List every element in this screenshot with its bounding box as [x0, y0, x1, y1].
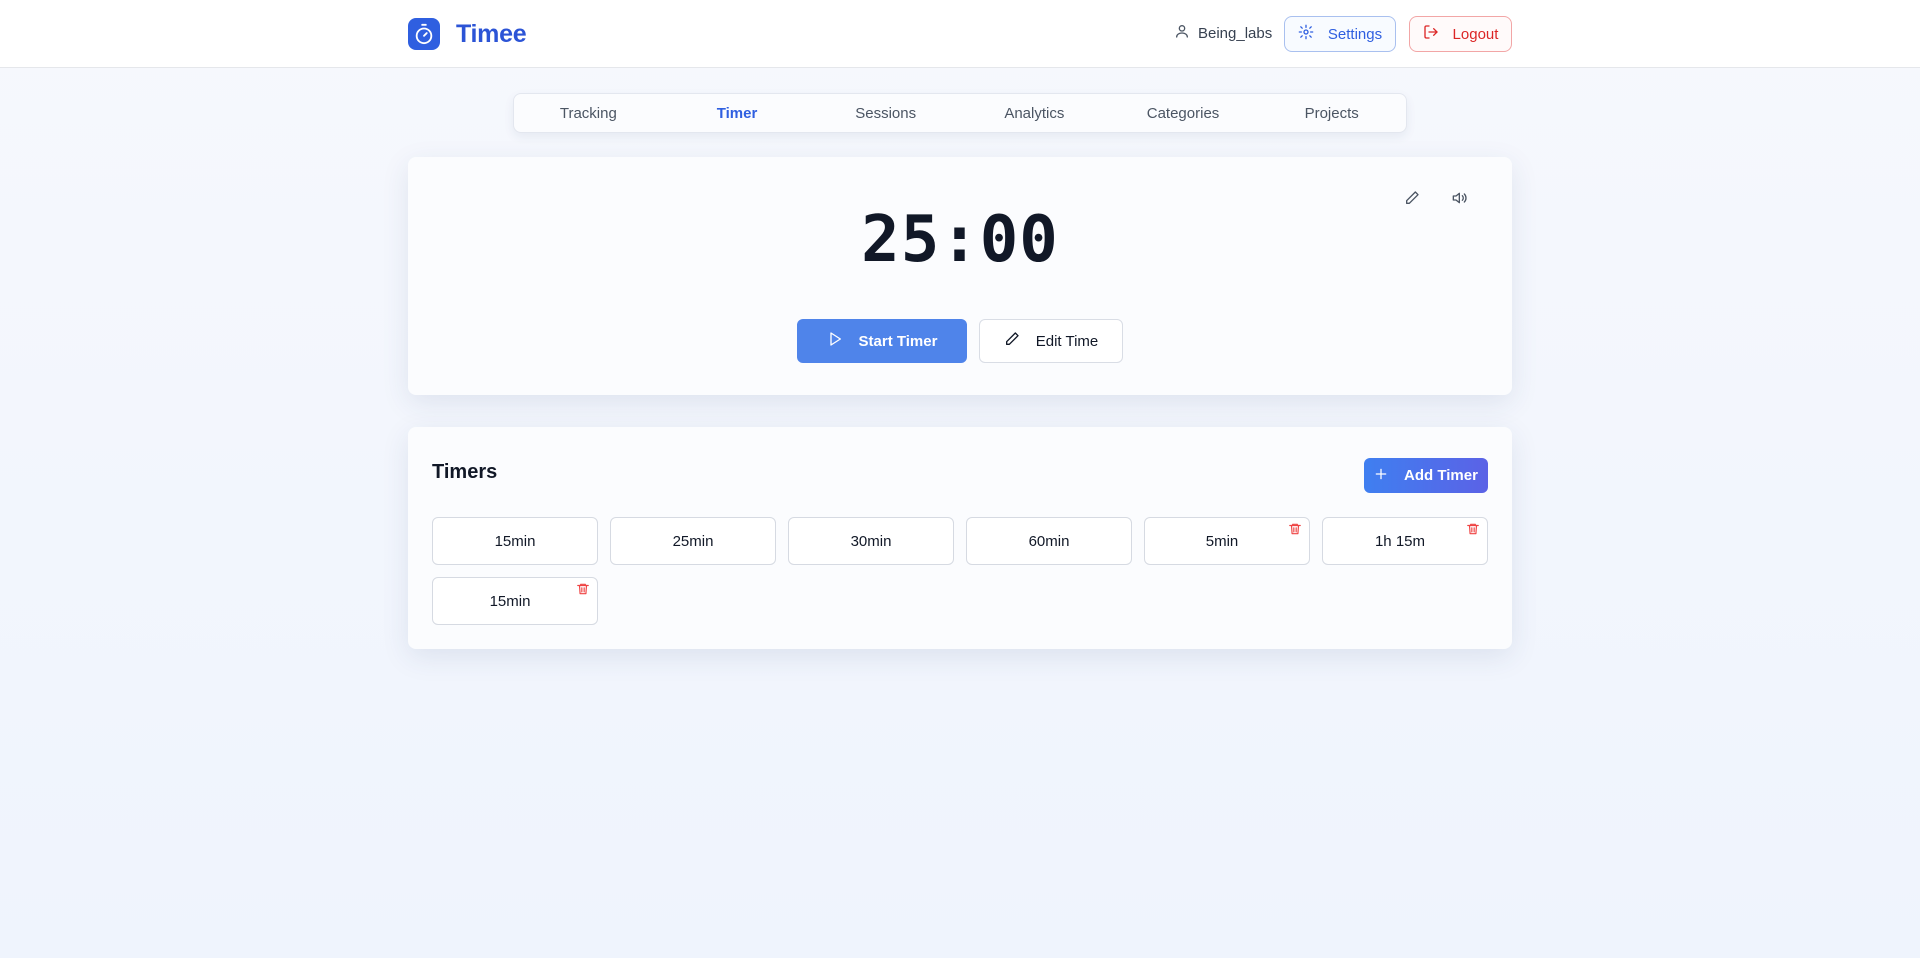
stopwatch-icon [408, 18, 440, 50]
tab-categories[interactable]: Categories [1109, 94, 1258, 132]
tab-projects[interactable]: Projects [1257, 94, 1406, 132]
timer-preset[interactable]: 30min [788, 517, 954, 565]
logout-icon [1423, 24, 1439, 44]
timer-preset-label: 5min [1205, 532, 1239, 550]
trash-icon[interactable] [1465, 521, 1481, 537]
timer-preset[interactable]: 1h 15m [1322, 517, 1488, 565]
trash-icon[interactable] [1287, 521, 1303, 537]
app-name: Timee [456, 19, 527, 48]
edit-time-label: Edit Time [1035, 332, 1099, 350]
username: Being_labs [1198, 24, 1273, 42]
start-timer-button[interactable]: Start Timer [797, 319, 967, 363]
timer-preset-label: 60min [1028, 532, 1070, 550]
top-header: Timee Being_labs Settings Logout [0, 0, 1920, 68]
main-tabs: Tracking Timer Sessions Analytics Catego… [513, 93, 1407, 133]
timer-preset-label: 15min [489, 592, 531, 610]
add-timer-label: Add Timer [1404, 467, 1478, 484]
timer-preset-label: 1h 15m [1374, 532, 1426, 550]
settings-label: Settings [1327, 25, 1383, 43]
timer-preset-label: 25min [672, 532, 714, 550]
timer-preset[interactable]: 15min [432, 517, 598, 565]
timers-title: Timers [432, 461, 498, 483]
timer-preset[interactable]: 5min [1144, 517, 1310, 565]
timer-preset-label: 30min [850, 532, 892, 550]
trash-icon[interactable] [575, 581, 591, 597]
start-timer-label: Start Timer [858, 332, 938, 350]
user-icon [1174, 23, 1190, 43]
pencil-icon [1004, 331, 1020, 351]
timer-preset[interactable]: 60min [966, 517, 1132, 565]
tab-timer[interactable]: Timer [663, 94, 812, 132]
timer-preset[interactable]: 25min [610, 517, 776, 565]
tab-sessions[interactable]: Sessions [811, 94, 960, 132]
settings-button[interactable]: Settings [1284, 16, 1396, 52]
sound-toggle-button[interactable] [1446, 186, 1474, 214]
plus-icon [1374, 467, 1388, 485]
logout-label: Logout [1452, 25, 1499, 43]
brand[interactable]: Timee [408, 18, 527, 50]
user-info: Being_labs [1174, 23, 1272, 43]
tab-analytics[interactable]: Analytics [960, 94, 1109, 132]
logout-button[interactable]: Logout [1409, 16, 1512, 52]
pencil-icon [1404, 190, 1420, 211]
timer-display: 25:00 [861, 203, 1059, 277]
tab-tracking[interactable]: Tracking [514, 94, 663, 132]
timer-preset[interactable]: 15min [432, 577, 598, 625]
edit-timer-icon-button[interactable] [1398, 186, 1426, 214]
play-icon [827, 331, 843, 351]
edit-time-button[interactable]: Edit Time [979, 319, 1123, 363]
gear-icon [1298, 24, 1314, 44]
add-timer-button[interactable]: Add Timer [1364, 458, 1488, 493]
speaker-icon [1452, 190, 1468, 211]
timer-preset-label: 15min [494, 532, 536, 550]
